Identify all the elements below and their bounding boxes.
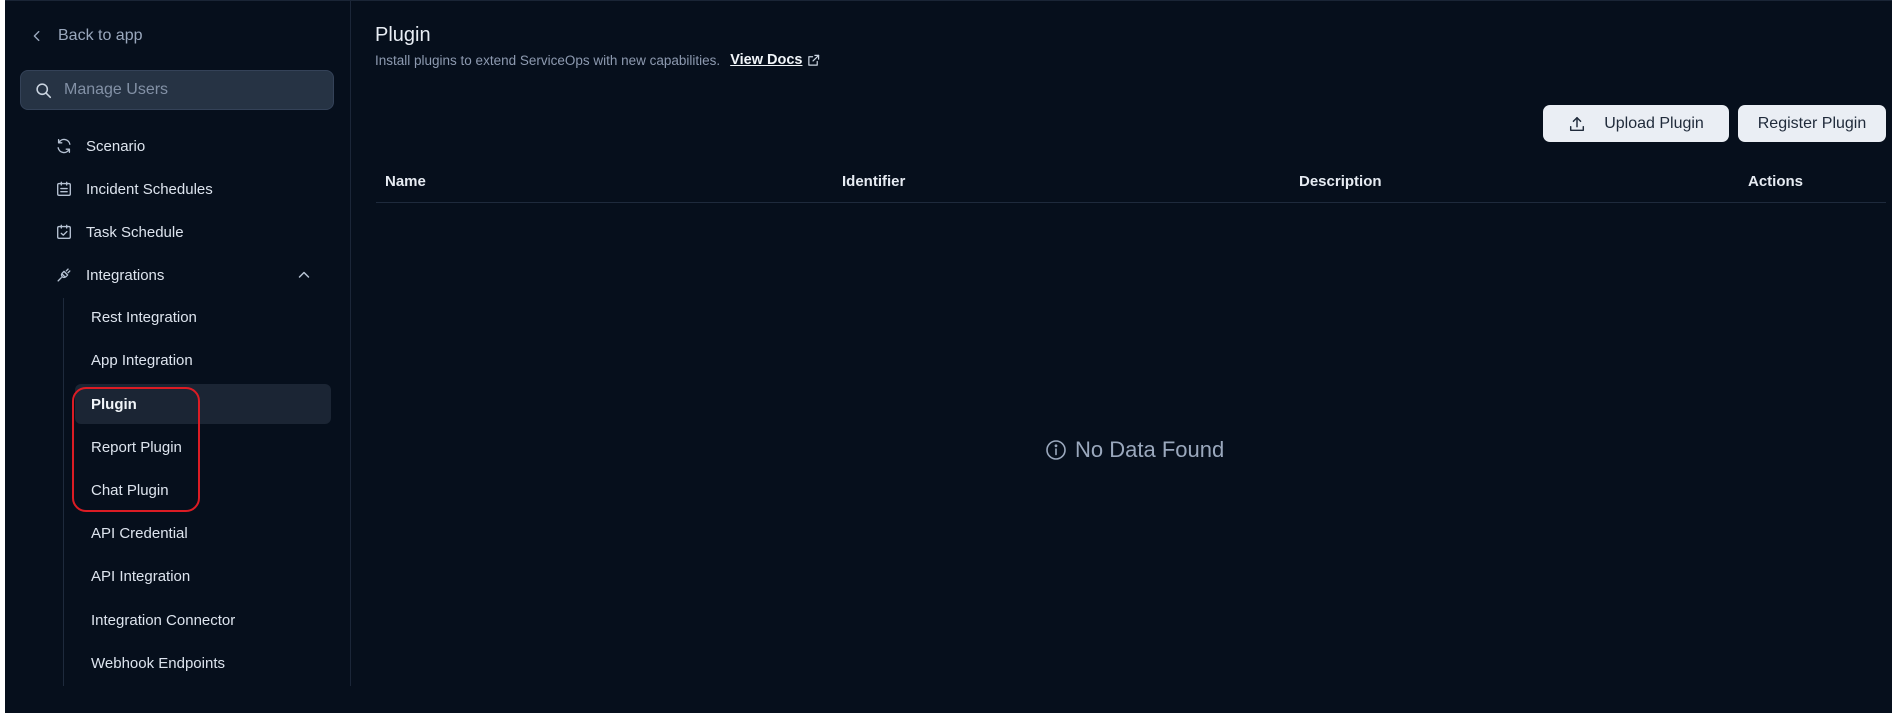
sidebar-subitem-label: Integration Connector [91, 611, 236, 629]
sidebar-item-task-schedule[interactable]: Task Schedule [55, 218, 184, 246]
column-header-description[interactable]: Description [1299, 173, 1382, 190]
empty-state: No Data Found [1045, 435, 1224, 465]
sidebar-item-scenario[interactable]: Scenario [55, 132, 145, 160]
page-title: Plugin [375, 24, 431, 46]
view-docs-link[interactable]: View Docs [730, 52, 820, 68]
main-content: Plugin Install plugins to extend Service… [352, 1, 1892, 714]
sidebar-subitem-webhook-endpoints[interactable]: Webhook Endpoints [75, 643, 331, 683]
sidebar-subitem-label: App Integration [91, 351, 193, 369]
app-window: Back to app Scenario Incident Schedules … [5, 0, 1892, 713]
sidebar-item-label: Incident Schedules [86, 180, 213, 198]
sidebar-subitem-rest-integration[interactable]: Rest Integration [75, 297, 331, 337]
sidebar-subitem-label: Rest Integration [91, 308, 197, 326]
refresh-icon [57, 138, 71, 154]
upload-plugin-label: Upload Plugin [1604, 114, 1704, 132]
register-plugin-button[interactable]: Register Plugin [1738, 105, 1886, 142]
page-subtitle: Install plugins to extend ServiceOps wit… [375, 52, 820, 68]
sidebar-subitem-label: Plugin [91, 395, 137, 413]
sidebar-item-label: Scenario [86, 137, 146, 155]
search-input[interactable] [64, 81, 333, 99]
chevron-left-icon [33, 30, 40, 42]
plug-icon [57, 268, 71, 282]
sidebar-subitem-integration-connector[interactable]: Integration Connector [75, 600, 331, 640]
sidebar-subitem-label: API Integration [91, 567, 191, 585]
column-header-name[interactable]: Name [385, 173, 426, 190]
back-to-app-link[interactable]: Back to app [30, 23, 143, 49]
sidebar-subitem-report-plugin[interactable]: Report Plugin [75, 427, 331, 467]
back-to-app-label: Back to app [58, 27, 143, 44]
sidebar-item-label: Task Schedule [86, 223, 184, 241]
sidebar-subitem-api-credential[interactable]: API Credential [75, 513, 331, 553]
info-icon [1046, 440, 1066, 460]
sidebar-subitem-label: Webhook Endpoints [91, 654, 225, 672]
empty-state-text: No Data Found [1075, 437, 1225, 462]
sidebar-subitem-label: Report Plugin [91, 438, 182, 456]
sidebar-item-integrations[interactable]: Integrations [55, 261, 164, 289]
sidebar-search[interactable] [20, 70, 334, 110]
sidebar-item-label: Integrations [86, 266, 165, 284]
calendar-list-icon [57, 181, 71, 196]
search-icon [36, 82, 52, 98]
sidebar-subitem-app-integration[interactable]: App Integration [75, 340, 331, 380]
table-header: Name Identifier Description Actions [376, 163, 1886, 203]
submenu-guide-line [63, 298, 64, 686]
column-header-identifier[interactable]: Identifier [842, 173, 905, 190]
chevron-up-icon[interactable] [296, 267, 312, 283]
sidebar-subitem-api-integration[interactable]: API Integration [75, 556, 331, 596]
sidebar-item-incident-schedules[interactable]: Incident Schedules [55, 175, 213, 203]
sidebar-subitem-chat-plugin[interactable]: Chat Plugin [75, 470, 331, 510]
column-header-actions: Actions [1748, 173, 1804, 190]
upload-icon [1570, 116, 1585, 131]
sidebar-subitem-plugin[interactable]: Plugin [75, 384, 331, 424]
upload-plugin-button[interactable]: Upload Plugin [1543, 105, 1729, 142]
calendar-check-icon [57, 224, 71, 239]
external-link-icon [808, 54, 820, 66]
view-docs-label: View Docs [730, 52, 803, 68]
sidebar-subitem-label: Chat Plugin [91, 481, 169, 499]
register-plugin-label: Register Plugin [1757, 114, 1867, 132]
page-description: Install plugins to extend ServiceOps wit… [375, 52, 721, 68]
sidebar: Back to app Scenario Incident Schedules … [5, 1, 351, 686]
sidebar-subitem-label: API Credential [91, 524, 188, 542]
